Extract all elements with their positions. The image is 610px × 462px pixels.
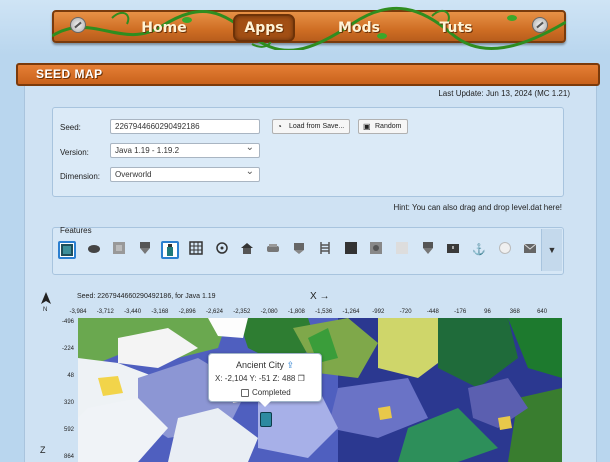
x-tick-label: 96 [484, 309, 491, 315]
y-tick-label: 864 [63, 454, 74, 460]
random-button[interactable]: ▣ Random [358, 119, 408, 134]
section-header: SEED MAP [16, 63, 600, 86]
mail-icon[interactable] [521, 241, 539, 259]
x-tick-label: -2,624 [205, 309, 223, 315]
y-tick-label: -496 [61, 319, 74, 325]
portal-icon[interactable] [367, 241, 385, 259]
structure-popup: Ancient City ⇪ X: -2,104 Y: -51 Z: 488 ❐… [208, 353, 322, 407]
x-tick-label: 368 [509, 309, 520, 315]
nav-tuts[interactable]: Tuts [428, 18, 484, 38]
igloo-icon[interactable] [393, 241, 411, 259]
version-select[interactable]: Java 1.19 - 1.19.2 [110, 143, 260, 158]
random-button-label: Random [375, 123, 402, 130]
seed-input[interactable]: 2267944660290492186 [110, 119, 260, 134]
load-button-label: Load from Save... [289, 123, 345, 130]
trail-ruins-icon[interactable] [161, 241, 179, 259]
dimension-select[interactable]: Overworld [110, 167, 260, 182]
y-tick-label: 592 [63, 427, 74, 433]
x-tick-label: -3,984 [69, 309, 87, 315]
y-tick-label: 48 [67, 373, 74, 379]
stronghold-icon[interactable] [187, 241, 205, 259]
pearl-icon[interactable] [496, 241, 514, 259]
shipwreck-icon[interactable] [85, 241, 103, 259]
svg-text:N: N [43, 307, 47, 312]
x-tick-label: -1,264 [342, 309, 360, 315]
x-tick-label: -448 [426, 309, 439, 315]
x-axis-label: X → [310, 291, 330, 302]
features-label: Features [60, 226, 92, 235]
popup-coords-text: X: -2,104 Y: -51 Z: 488 [215, 374, 296, 383]
screw-icon [70, 17, 86, 33]
z-axis-label: Z [40, 445, 46, 455]
anchor-icon[interactable]: ⚓ [470, 241, 488, 259]
x-tick-label: -3,712 [96, 309, 114, 315]
drag-drop-hint: Hint: You can also drag and drop level.d… [393, 203, 562, 212]
nav-mods[interactable]: Mods [330, 18, 388, 38]
mineshaft-icon[interactable] [264, 241, 282, 259]
completed-checkbox[interactable] [241, 389, 249, 397]
share-icon[interactable]: ⇪ [287, 360, 295, 370]
popup-title: Ancient City ⇪ [209, 360, 321, 371]
last-update: Last Update: Jun 13, 2024 (MC 1.21) [438, 89, 570, 98]
x-tick-label: -3,440 [124, 309, 142, 315]
y-tick-label: -224 [61, 346, 74, 352]
ancient-city-icon[interactable] [58, 241, 76, 259]
dice-icon: ▣ [363, 122, 371, 131]
section-title: SEED MAP [36, 67, 103, 81]
x-tick-label: -2,080 [260, 309, 278, 315]
x-tick-label: -176 [454, 309, 467, 315]
nav-apps[interactable]: Apps [233, 14, 295, 42]
x-tick-label: -3,168 [151, 309, 169, 315]
x-tick-label: -1,808 [287, 309, 305, 315]
north-compass-icon: N [40, 292, 52, 315]
popup-title-text: Ancient City [235, 360, 284, 370]
x-tick-label: -2,896 [178, 309, 196, 315]
map-seed-info: Seed: 2267944660290492186, for Java 1.19 [77, 293, 216, 300]
spawn-icon[interactable] [213, 241, 231, 259]
outpost-icon[interactable] [136, 241, 154, 259]
copy-icon[interactable]: ❐ [298, 374, 305, 383]
ladder-icon[interactable] [316, 241, 334, 259]
screw-icon [532, 17, 548, 33]
load-from-save-button[interactable]: ◔ Load from Save... [272, 119, 350, 134]
x-tick-label: -1,536 [315, 309, 333, 315]
completed-label: Completed [252, 388, 291, 397]
pillager-icon[interactable] [290, 241, 308, 259]
village-icon[interactable] [238, 241, 256, 259]
dimension-value: Overworld [115, 170, 152, 179]
popup-coords: X: -2,104 Y: -51 Z: 488 ❐ [215, 374, 305, 383]
tower-icon[interactable] [419, 241, 437, 259]
load-icon: ◔ [277, 122, 282, 131]
seed-label: Seed: [60, 123, 81, 132]
chest-icon[interactable] [444, 241, 462, 259]
y-tick-label: 320 [63, 400, 74, 406]
x-tick-label: 640 [537, 309, 548, 315]
vine-decoration [52, 7, 566, 50]
end-city-icon[interactable] [342, 241, 360, 259]
features-expand-button[interactable]: ▼ [541, 229, 562, 271]
version-label: Version: [60, 148, 89, 157]
dimension-label: Dimension: [60, 172, 101, 181]
ancient-city-marker-icon[interactable] [260, 412, 272, 427]
ocean-monument-icon[interactable] [110, 241, 128, 259]
x-tick-label: -720 [399, 309, 412, 315]
x-tick-label: -992 [372, 309, 385, 315]
x-tick-label: -2,352 [233, 309, 251, 315]
version-value: Java 1.19 - 1.19.2 [115, 146, 180, 155]
nav-home[interactable]: Home [136, 18, 192, 38]
